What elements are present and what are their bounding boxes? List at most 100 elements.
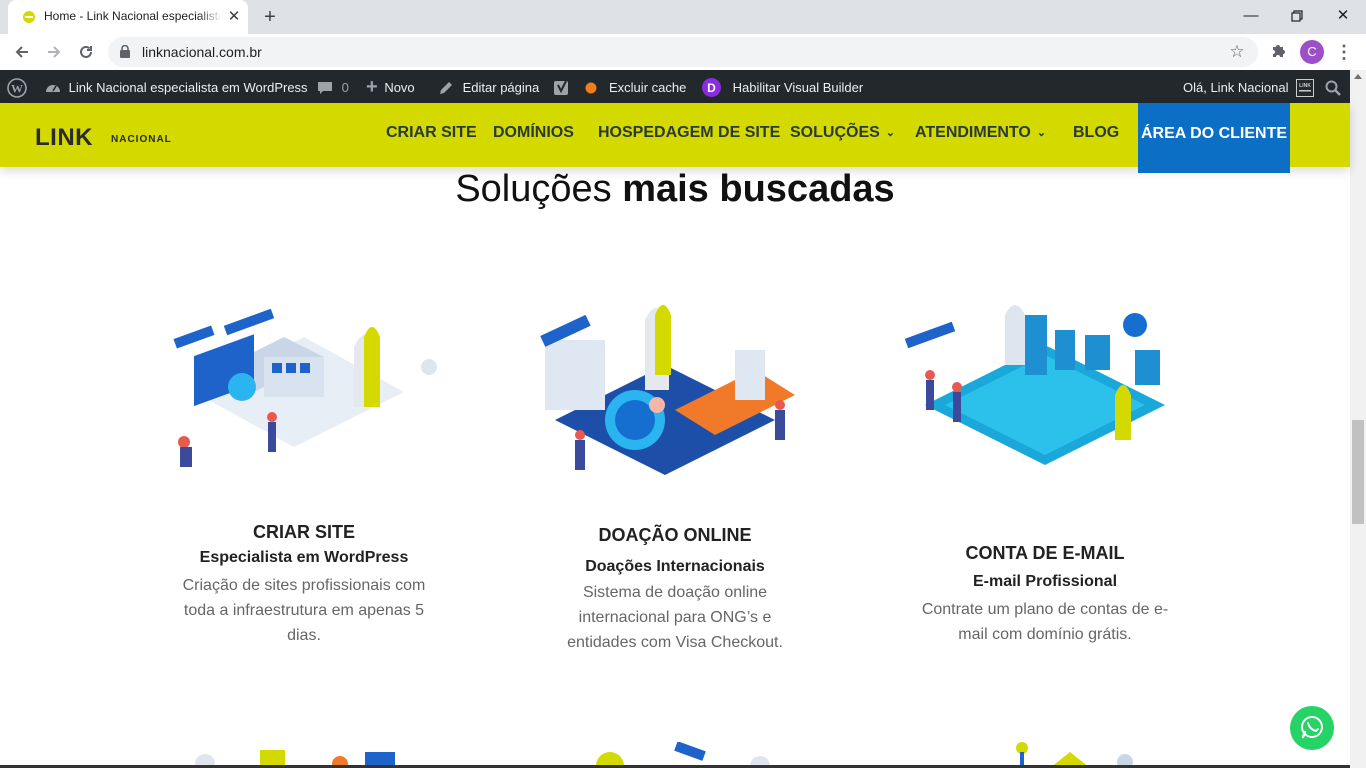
card-criar-site[interactable]: CRIAR SITE Especialista em WordPress Cri… [154, 297, 454, 657]
new-label: Novo [384, 80, 415, 96]
new-content-menu[interactable]: + Novo [366, 70, 415, 103]
browser-tab[interactable]: Home - Link Nacional especialista em Wor… [8, 0, 248, 34]
section-title: Soluções mais buscadas [0, 167, 1350, 211]
back-arrow-icon[interactable] [10, 40, 34, 64]
new-tab-button[interactable]: + [258, 5, 282, 29]
chevron-down-icon: ⌄ [885, 127, 896, 139]
admin-search-icon[interactable] [1325, 70, 1341, 103]
space-station-illustration [173, 308, 437, 467]
logo-main-text: LINK [35, 124, 93, 151]
pencil-icon [440, 81, 452, 94]
card-desc-line: toda a infraestrutura em apenas 5 [183, 602, 425, 619]
whatsapp-button[interactable] [1290, 706, 1334, 750]
nav-item-atendimento[interactable]: ATENDIMENTO ⌄ [915, 124, 1046, 142]
yoast-menu[interactable] [553, 70, 597, 103]
wp-admin-bar: W Link Nacional especialista em WordPres… [0, 70, 1366, 103]
comment-bubble-icon [318, 81, 332, 94]
card-desc-line: internacional para ONG’s e [578, 609, 772, 626]
card-subtitle: Doações Internacionais [585, 558, 765, 575]
card-desc-line: entidades com Visa Checkout. [567, 634, 783, 651]
nav-item-dominios[interactable]: DOMÍNIOS [493, 124, 574, 142]
client-area-button[interactable]: ÁREA DO CLIENTE [1138, 103, 1290, 173]
browser-menu-icon[interactable]: ⋮ [1334, 40, 1354, 64]
card-subtitle: Especialista em WordPress [199, 549, 409, 566]
svg-text:W: W [11, 81, 23, 95]
forward-arrow-icon[interactable] [42, 40, 66, 64]
data-center-illustration [905, 305, 1165, 465]
card-desc-line: Contrate um plano de contas de e- [921, 601, 1169, 618]
card-description: Contrate um plano de contas de e- mail c… [895, 597, 1195, 647]
section-title-light: Soluções [455, 168, 612, 210]
nav-label: ATENDIMENTO [915, 124, 1031, 141]
site-name-label: Link Nacional especialista em WordPress [68, 80, 308, 96]
comments-menu[interactable]: 0 [317, 70, 349, 103]
chevron-down-icon: ⌄ [1036, 127, 1047, 139]
card-desc-line: dias. [287, 627, 321, 644]
yoast-icon [554, 80, 568, 95]
visual-builder-button[interactable]: D Habilitar Visual Builder [702, 70, 863, 103]
divi-logo-icon: D [702, 78, 721, 98]
nav-label: HOSPEDAGEM DE SITE [598, 124, 781, 141]
logo-sub-text: NACIONAL [111, 134, 172, 145]
account-menu[interactable]: Olá, Link Nacional LINK [1183, 70, 1315, 103]
nav-item-solucoes[interactable]: SOLUÇÕES ⌄ [790, 124, 895, 142]
card-desc-line: Sistema de doação online [582, 584, 768, 601]
nav-label: DOMÍNIOS [493, 124, 574, 141]
section-title-bold: mais buscadas [622, 168, 895, 210]
scrollbar-thumb[interactable] [1352, 420, 1364, 524]
scroll-up-arrow-icon[interactable] [1354, 74, 1362, 79]
site-header: LINK NACIONAL CRIAR SITE DOMÍNIOS HOSPED… [0, 103, 1350, 173]
site-name-menu[interactable]: Link Nacional especialista em WordPress [44, 70, 308, 103]
profile-avatar[interactable]: C [1300, 40, 1324, 64]
tab-title-fade [198, 4, 222, 28]
page-scrollbar[interactable] [1350, 70, 1366, 768]
nav-label: CRIAR SITE [386, 124, 477, 141]
svg-text:D: D [707, 81, 716, 95]
edit-page-label: Editar página [462, 80, 540, 96]
visual-builder-label: Habilitar Visual Builder [732, 80, 864, 96]
card-description: Criação de sites profissionais com toda … [154, 573, 454, 648]
card-desc-line: Criação de sites profissionais com [182, 577, 426, 594]
browser-toolbar: linknacional.com.br ☆ C ⋮ [0, 34, 1366, 70]
card-desc-line: mail com domínio grátis. [958, 626, 1132, 643]
seo-status-dot-icon [585, 82, 597, 94]
dashboard-icon [46, 84, 60, 92]
minimize-button[interactable]: — [1239, 4, 1263, 28]
nav-item-blog[interactable]: BLOG [1073, 124, 1119, 142]
lock-icon [120, 45, 130, 58]
clear-cache-button[interactable]: Excluir cache [609, 70, 686, 103]
card-title: CONTA DE E-MAIL [965, 543, 1125, 563]
whatsapp-icon [1301, 716, 1323, 739]
browser-tab-strip: Home - Link Nacional especialista em Wor… [0, 0, 1366, 34]
restore-button[interactable] [1285, 4, 1309, 28]
tab-close-icon[interactable]: ✕ [226, 9, 242, 25]
greeting-label: Olá, Link Nacional [1183, 80, 1289, 96]
user-avatar-icon: LINK [1296, 78, 1315, 97]
card-title: CRIAR SITE [252, 522, 355, 542]
globe-platform-illustration [540, 305, 795, 475]
url-text: linknacional.com.br [142, 44, 262, 60]
card-description: Sistema de doação online internacional p… [525, 580, 825, 655]
clear-cache-label: Excluir cache [609, 80, 687, 96]
nav-label: BLOG [1073, 124, 1120, 141]
edit-page-menu[interactable]: Editar página [438, 70, 539, 103]
comments-count: 0 [341, 80, 349, 96]
tab-title: Home - Link Nacional especialista em Wor… [44, 9, 220, 23]
plus-icon: + [366, 76, 378, 99]
main-content: Soluções mais buscadas CRIAR SITE Especi… [0, 167, 1350, 768]
wordpress-logo-icon[interactable]: W [7, 70, 27, 103]
card-subtitle: E-mail Profissional [972, 573, 1118, 590]
nav-item-hospedagem[interactable]: HOSPEDAGEM DE SITE [598, 124, 780, 142]
bookmark-star-icon[interactable]: ☆ [1226, 41, 1248, 63]
reload-icon[interactable] [74, 40, 98, 64]
nav-item-criar-site[interactable]: CRIAR SITE [386, 124, 477, 142]
svg-text:LINK: LINK [1299, 83, 1311, 89]
close-window-button[interactable]: ✕ [1331, 4, 1355, 28]
extensions-puzzle-icon[interactable] [1268, 40, 1290, 62]
site-favicon-icon [23, 11, 35, 23]
card-doacao-online[interactable]: DOAÇÃO ONLINE Doações Internacionais Sis… [525, 300, 825, 670]
card-conta-email[interactable]: CONTA DE E-MAIL E-mail Profissional Cont… [895, 305, 1195, 645]
card-title: DOAÇÃO ONLINE [598, 525, 752, 545]
nav-label: SOLUÇÕES [790, 124, 880, 141]
address-bar[interactable]: linknacional.com.br ☆ [108, 37, 1258, 67]
